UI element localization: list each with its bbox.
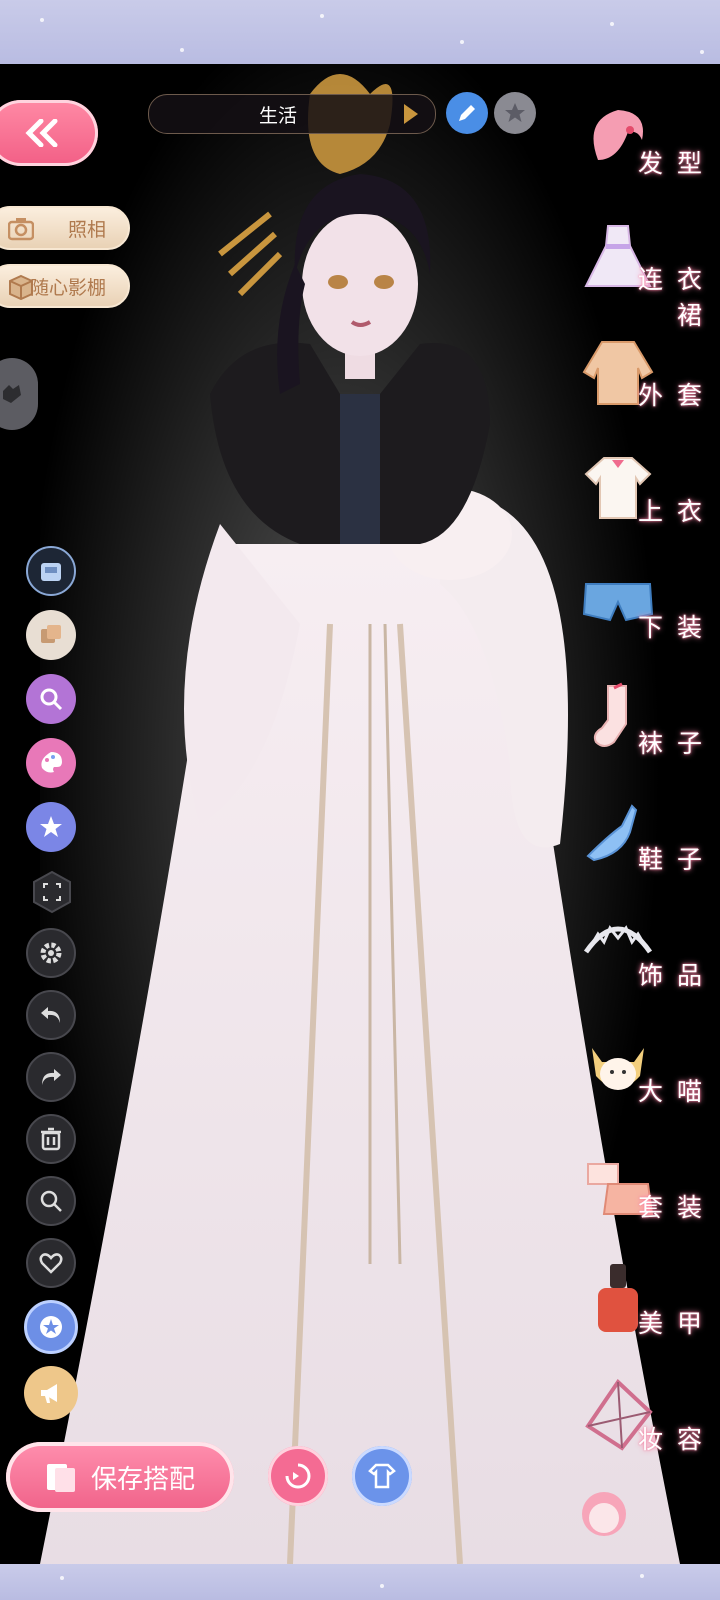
studio-button[interactable]: 随心影棚 (0, 264, 130, 308)
category-label: 袜子 (637, 729, 716, 758)
favorite-button[interactable] (494, 92, 536, 134)
save-outfit-button[interactable]: 保存搭配 (6, 1442, 234, 1512)
category-outfit-set[interactable]: 套装 (578, 1144, 718, 1254)
photo-button[interactable]: 照相 (0, 206, 130, 250)
gear-icon (40, 942, 62, 964)
dressup-stage: 照相 随心影棚 生活 发型 连衣裙 外套 上衣 下装 袜子 鞋子 饰品 大喵 套… (0, 64, 720, 1564)
category-label: 饰品 (637, 961, 716, 990)
category-socks[interactable]: 袜子 (578, 680, 718, 790)
redo-tool[interactable] (26, 1052, 76, 1102)
heart-icon (39, 1253, 63, 1274)
category-top[interactable]: 上衣 (578, 448, 718, 558)
theme-label: 生活 (259, 104, 298, 127)
category-accessories[interactable]: 饰品 (578, 912, 718, 1022)
star-icon (505, 103, 525, 122)
category-label: 连衣裙 (637, 265, 716, 330)
redo-icon (42, 1069, 61, 1085)
category-shoes[interactable]: 鞋子 (578, 796, 718, 906)
search-swap-tool[interactable] (26, 674, 76, 724)
category-dress[interactable]: 连衣裙 (578, 216, 718, 330)
back-button[interactable] (0, 100, 98, 166)
category-coat[interactable]: 外套 (578, 332, 718, 442)
outfit-try-button[interactable] (352, 1446, 412, 1506)
camera-icon (8, 218, 34, 241)
wardrobe-tool[interactable] (26, 546, 76, 596)
fullscreen-icon (33, 870, 71, 914)
category-hair[interactable]: 发型 (578, 100, 718, 210)
search-tool[interactable] (26, 1176, 76, 1226)
category-label: 外套 (637, 381, 716, 410)
category-label: 妆容 (637, 1425, 716, 1454)
category-label: 鞋子 (637, 845, 716, 874)
edit-button[interactable] (446, 92, 488, 134)
delete-tool[interactable] (26, 1114, 76, 1164)
settings-tool[interactable] (26, 928, 76, 978)
studio-label: 随心影棚 (29, 276, 106, 299)
bottom-band (0, 1564, 720, 1600)
copy-tool[interactable] (26, 610, 76, 660)
like-tool[interactable] (26, 1238, 76, 1288)
double-chevron-left-icon (25, 119, 58, 147)
save-outfit-label: 保存搭配 (90, 1464, 195, 1495)
announcement-tool[interactable] (24, 1366, 78, 1420)
category-label: 上衣 (637, 497, 716, 526)
share-button[interactable] (268, 1446, 328, 1506)
category-makeup[interactable]: 妆容 (578, 1376, 718, 1486)
effects-tool[interactable] (26, 802, 76, 852)
collection-tool[interactable] (24, 1300, 78, 1354)
puzzle-icon (3, 385, 21, 403)
category-label: 大喵 (637, 1077, 716, 1106)
megaphone-icon (41, 1384, 57, 1403)
category-cat[interactable]: 大喵 (578, 1028, 718, 1138)
garment-icon (368, 1463, 396, 1489)
pencil-icon (459, 105, 475, 121)
category-bottoms[interactable]: 下装 (578, 564, 718, 674)
sparkle-star-icon (40, 816, 62, 837)
category-label: 发型 (637, 149, 716, 178)
fullscreen-tool[interactable] (30, 870, 74, 914)
outfit-card-icon (46, 1464, 75, 1492)
undo-icon (41, 1007, 60, 1023)
category-label: 下装 (637, 613, 716, 642)
star-badge-icon (40, 1316, 62, 1338)
top-status-band (0, 0, 720, 64)
search-icon (40, 1190, 62, 1212)
category-nails[interactable]: 美甲 (578, 1260, 718, 1370)
undo-tool[interactable] (26, 990, 76, 1040)
layers-icon (41, 625, 61, 643)
trash-icon (41, 1127, 61, 1151)
chibi-avatar[interactable] (574, 1482, 634, 1542)
box-icon (9, 274, 33, 300)
chevron-right-icon (404, 104, 418, 124)
theme-selector[interactable]: 生活 (148, 94, 436, 134)
category-label: 美甲 (637, 1309, 716, 1338)
wardrobe-icon (41, 563, 61, 581)
palette-icon (41, 752, 62, 773)
side-panel-toggle[interactable] (0, 358, 38, 430)
category-label: 套装 (637, 1193, 716, 1222)
color-palette-tool[interactable] (26, 738, 76, 788)
photo-label: 照相 (67, 218, 106, 241)
rotate-share-icon (285, 1463, 311, 1489)
magnifier-swap-icon (40, 688, 63, 711)
